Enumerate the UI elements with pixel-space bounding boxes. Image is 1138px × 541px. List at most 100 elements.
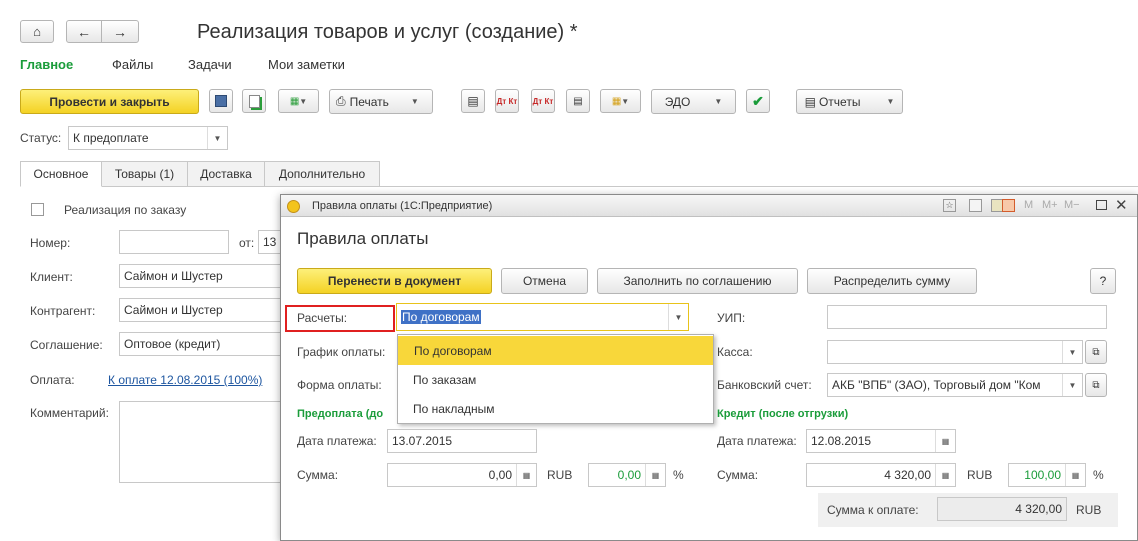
list-icon[interactable] — [969, 199, 982, 212]
dt-kt-icon: Дт Кт — [496, 96, 518, 106]
memory-button[interactable]: M — [1024, 199, 1033, 211]
dialog-window-title: Правила оплаты (1С:Предприятие) — [312, 200, 493, 212]
calculator-icon[interactable]: ▦ — [516, 464, 536, 486]
number-input[interactable] — [119, 230, 229, 254]
structure-button[interactable]: ▤ — [461, 89, 485, 113]
form-label: Форма оплаты: — [297, 378, 382, 392]
schedule-label: График оплаты: — [297, 345, 386, 359]
bank-select[interactable]: АКБ "ВПБ" (ЗАО), Торговый дом "Ком ▼ — [827, 373, 1083, 397]
dt-kt-button[interactable]: Дт Кт — [495, 89, 519, 113]
calendar-icon[interactable]: ▦ — [935, 430, 955, 452]
section-notes[interactable]: Мои заметки — [268, 57, 345, 72]
section-files[interactable]: Файлы — [112, 57, 153, 72]
arrow-right-icon: → — [113, 23, 127, 40]
bank-label: Банковский счет: — [717, 378, 812, 392]
bank-open-button[interactable]: ⧉ — [1085, 373, 1107, 397]
forward-button[interactable]: → — [101, 20, 139, 43]
transfer-to-document-button[interactable]: Перенести в документ — [297, 268, 492, 294]
prepay-pct-input[interactable]: 0,00 ▦ — [588, 463, 666, 487]
tab-additional[interactable]: Дополнительно — [264, 161, 380, 187]
open-icon: ⧉ — [1092, 346, 1100, 358]
open-icon: ⧉ — [1092, 379, 1100, 391]
printer-icon: ⎙ — [336, 94, 346, 108]
prepay-header: Предоплата (до — [297, 408, 384, 420]
by-order-label: Реализация по заказу — [64, 203, 187, 217]
prepay-date-input[interactable]: 13.07.2015 — [387, 429, 537, 453]
home-button[interactable]: ⌂ — [20, 20, 54, 43]
dropdown-option[interactable]: По договорам — [398, 336, 713, 365]
number-label: Номер: — [30, 236, 71, 250]
credit-pct-input[interactable]: 100,00 ▦ — [1008, 463, 1086, 487]
prepay-sum-value: 0,00 — [488, 468, 512, 482]
agreement-input[interactable]: Оптовое (кредит) — [119, 332, 289, 356]
payment-label: Оплата: — [30, 373, 75, 387]
prepay-pct-sign: % — [673, 468, 684, 482]
help-button[interactable]: ? — [1090, 268, 1116, 294]
client-input[interactable]: Саймон и Шустер — [119, 264, 289, 288]
cancel-button[interactable]: Отмена — [501, 268, 588, 294]
1c-logo-icon — [287, 200, 300, 213]
back-button[interactable]: ← — [66, 20, 102, 43]
post-button[interactable] — [242, 89, 266, 113]
star-icon[interactable]: ☆ — [943, 199, 956, 212]
comment-label: Комментарий: — [30, 406, 109, 420]
post-doc-icon — [248, 94, 260, 108]
memory-minus-button[interactable]: M− — [1064, 199, 1080, 211]
cash-open-button[interactable]: ⧉ — [1085, 340, 1107, 364]
total-value: 4 320,00 — [1015, 502, 1062, 516]
dt-kt-report-button[interactable]: Дт Кт — [531, 89, 555, 113]
dt-kt-report-icon: Дт Кт — [532, 96, 554, 106]
section-main[interactable]: Главное — [20, 57, 73, 72]
close-icon[interactable]: ✕ — [1115, 196, 1128, 214]
credit-date-input[interactable]: 12.08.2015 ▦ — [806, 429, 956, 453]
document-button[interactable]: ▤ — [566, 89, 590, 113]
dropdown-option[interactable]: По заказам — [413, 373, 476, 387]
total-label: Сумма к оплате: — [827, 503, 919, 517]
credit-header: Кредит (после отгрузки) — [717, 408, 849, 420]
edo-label: ЭДО — [664, 94, 691, 109]
credit-sum-value: 4 320,00 — [884, 468, 931, 482]
counterparty-input[interactable]: Саймон и Шустер — [119, 298, 289, 322]
memory-plus-button[interactable]: M+ — [1042, 199, 1058, 211]
dropdown-option[interactable]: По накладным — [413, 402, 495, 416]
comment-textarea[interactable] — [119, 401, 289, 483]
prepay-pct-value: 0,00 — [617, 468, 641, 482]
tab-delivery[interactable]: Доставка — [187, 161, 265, 187]
calculator-icon[interactable]: ▦ — [935, 464, 955, 486]
calculator-icon[interactable]: ▦ — [645, 464, 665, 486]
from-label: от: — [239, 236, 255, 250]
uip-input[interactable] — [827, 305, 1107, 329]
tab-main[interactable]: Основное — [20, 161, 102, 187]
tab-goods[interactable]: Товары (1) — [101, 161, 188, 187]
agreement-value: Оптовое (кредит) — [124, 337, 221, 351]
maximize-icon[interactable] — [1096, 200, 1107, 210]
calc-value: По договорам — [401, 310, 481, 324]
check-button[interactable]: ✔ — [746, 89, 770, 113]
save-icon — [215, 95, 227, 107]
payment-link[interactable]: К оплате 12.08.2015 (100%) — [108, 373, 262, 387]
cash-label: Касса: — [717, 345, 753, 359]
post-and-close-button[interactable]: Провести и закрыть — [20, 89, 199, 114]
section-tasks[interactable]: Задачи — [188, 57, 232, 72]
save-button[interactable] — [209, 89, 233, 113]
credit-sum-input[interactable]: 4 320,00 ▦ — [806, 463, 956, 487]
edo-button[interactable]: ЭДО ▼ — [651, 89, 736, 114]
distribute-sum-button[interactable]: Распределить сумму — [807, 268, 977, 294]
reports-button[interactable]: ▤ Отчеты ▼ — [796, 89, 903, 114]
credit-sum-label: Сумма: — [717, 468, 759, 482]
create-based-on-button[interactable]: ▦ ▼ — [278, 89, 319, 113]
calculator-icon[interactable]: ▦ — [1065, 464, 1085, 486]
cash-select[interactable]: ▼ — [827, 340, 1083, 364]
status-select[interactable]: К предоплате ▼ — [68, 126, 228, 150]
by-order-checkbox[interactable] — [31, 203, 44, 216]
calc-select[interactable]: По договорам ▼ — [396, 303, 689, 331]
status-label: Статус: — [20, 131, 62, 145]
attach-button[interactable]: ▦ ▼ — [600, 89, 641, 113]
calendar-icon[interactable] — [1002, 199, 1015, 212]
home-icon: ⌂ — [33, 24, 41, 39]
credit-pct-sign: % — [1093, 468, 1104, 482]
agreement-label: Соглашение: — [30, 338, 103, 352]
prepay-sum-input[interactable]: 0,00 ▦ — [387, 463, 537, 487]
fill-by-agreement-button[interactable]: Заполнить по соглашению — [597, 268, 798, 294]
print-button[interactable]: ⎙ Печать ▼ — [329, 89, 433, 114]
